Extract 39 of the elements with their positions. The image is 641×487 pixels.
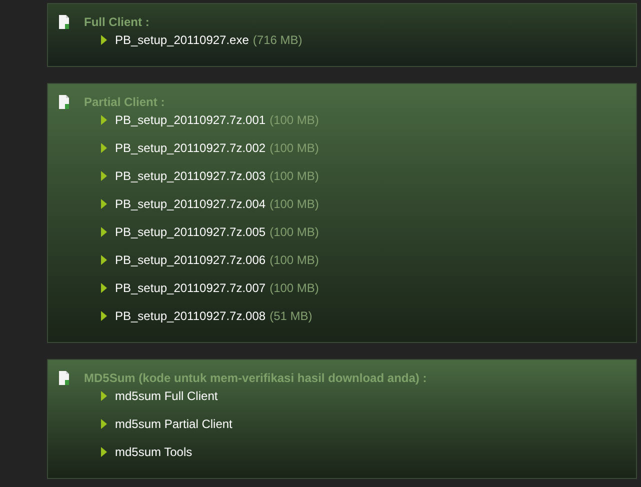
download-link[interactable]: PB_setup_20110927.7z.005: [115, 223, 266, 241]
download-link[interactable]: PB_setup_20110927.7z.002: [115, 139, 266, 157]
file-download-icon: [58, 371, 70, 385]
download-link[interactable]: PB_setup_20110927.7z.006: [115, 251, 266, 269]
triangle-bullet-icon: [101, 35, 107, 45]
triangle-bullet-icon: [101, 115, 107, 125]
download-link[interactable]: PB_setup_20110927.exe: [115, 31, 249, 49]
file-size: (100 MB): [270, 280, 319, 297]
download-link[interactable]: PB_setup_20110927.7z.008: [115, 307, 266, 325]
section-title: Full Client :: [84, 14, 150, 31]
file-size: (100 MB): [270, 140, 319, 157]
file-size: (100 MB): [270, 252, 319, 269]
download-link[interactable]: PB_setup_20110927.7z.001: [115, 111, 266, 129]
file-size: (100 MB): [270, 168, 319, 185]
triangle-bullet-icon: [101, 419, 107, 429]
file-size: (716 MB): [252, 32, 302, 49]
file-download-icon: [58, 15, 70, 29]
triangle-bullet-icon: [101, 391, 107, 401]
triangle-bullet-icon: [101, 199, 107, 209]
triangle-bullet-icon: [101, 447, 107, 457]
download-link[interactable]: PB_setup_20110927.7z.003: [115, 167, 266, 185]
file-size: (100 MB): [270, 196, 319, 213]
triangle-bullet-icon: [101, 283, 107, 293]
file-size: (100 MB): [270, 112, 319, 129]
download-link[interactable]: PB_setup_20110927.7z.007: [115, 279, 266, 297]
triangle-bullet-icon: [101, 171, 107, 181]
file-size: (51 MB): [270, 308, 312, 325]
download-link[interactable]: md5sum Partial Client: [115, 415, 232, 433]
triangle-bullet-icon: [101, 227, 107, 237]
section-title: MD5Sum (kode untuk mem-verifikasi hasil download anda) :: [84, 370, 427, 387]
download-link[interactable]: PB_setup_20110927.7z.004: [115, 195, 266, 213]
download-link[interactable]: md5sum Full Client: [115, 387, 218, 405]
triangle-bullet-icon: [101, 143, 107, 153]
triangle-bullet-icon: [101, 255, 107, 265]
download-link[interactable]: md5sum Tools: [115, 443, 192, 461]
triangle-bullet-icon: [101, 311, 107, 321]
file-download-icon: [58, 95, 70, 109]
file-size: (100 MB): [270, 224, 319, 241]
section-title: Partial Client :: [84, 94, 165, 111]
